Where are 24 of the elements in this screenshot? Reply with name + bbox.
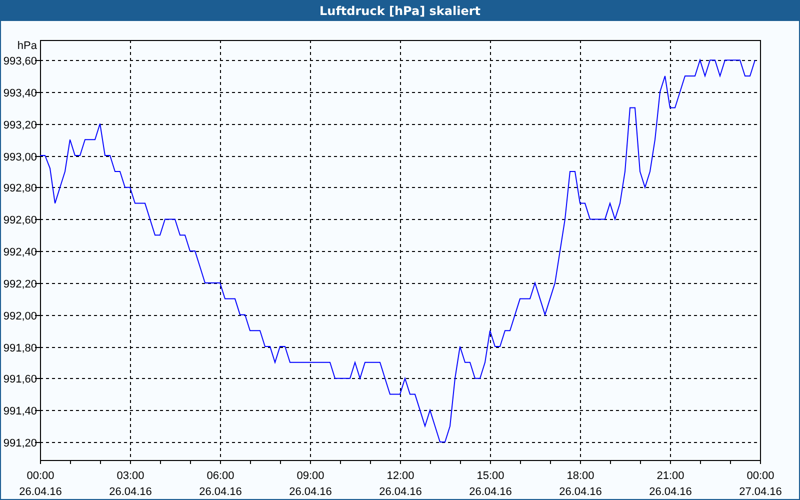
y-tick-label: 992,00 [3,310,37,322]
y-tick-label: 993,00 [3,152,37,164]
x-tick-label: 21:00 26.04.16 [649,470,692,498]
y-tick-label: 992,40 [3,246,37,258]
x-tick-label: 15:00 26.04.16 [469,470,512,498]
y-tick-label: 993,60 [3,56,37,68]
y-tick-label: 992,80 [3,182,37,194]
y-tick-label: 992,60 [3,214,37,226]
y-tick-label: 991,40 [3,406,37,418]
window-title: Luftdruck [hPa] skaliert [320,4,480,18]
x-tick-label: 09:00 26.04.16 [289,470,332,498]
y-tick-label: 993,20 [3,120,37,132]
y-tick-label: 991,20 [3,438,37,450]
x-tick-label: 00:00 26.04.16 [19,470,62,498]
x-tick-label: 06:00 26.04.16 [199,470,242,498]
x-tick-label: 03:00 26.04.16 [109,470,152,498]
y-tick-label: 991,80 [3,342,37,354]
y-tick-label: 993,40 [3,88,37,100]
y-tick-label: 991,60 [3,374,37,386]
x-tick-label: 12:00 26.04.16 [379,470,422,498]
y-tick-label: 992,20 [3,278,37,290]
x-tick-label: 00:00 27.04.16 [739,470,782,498]
x-tick-label: 18:00 26.04.16 [559,470,602,498]
axis-unit-label: hPa [17,40,37,52]
